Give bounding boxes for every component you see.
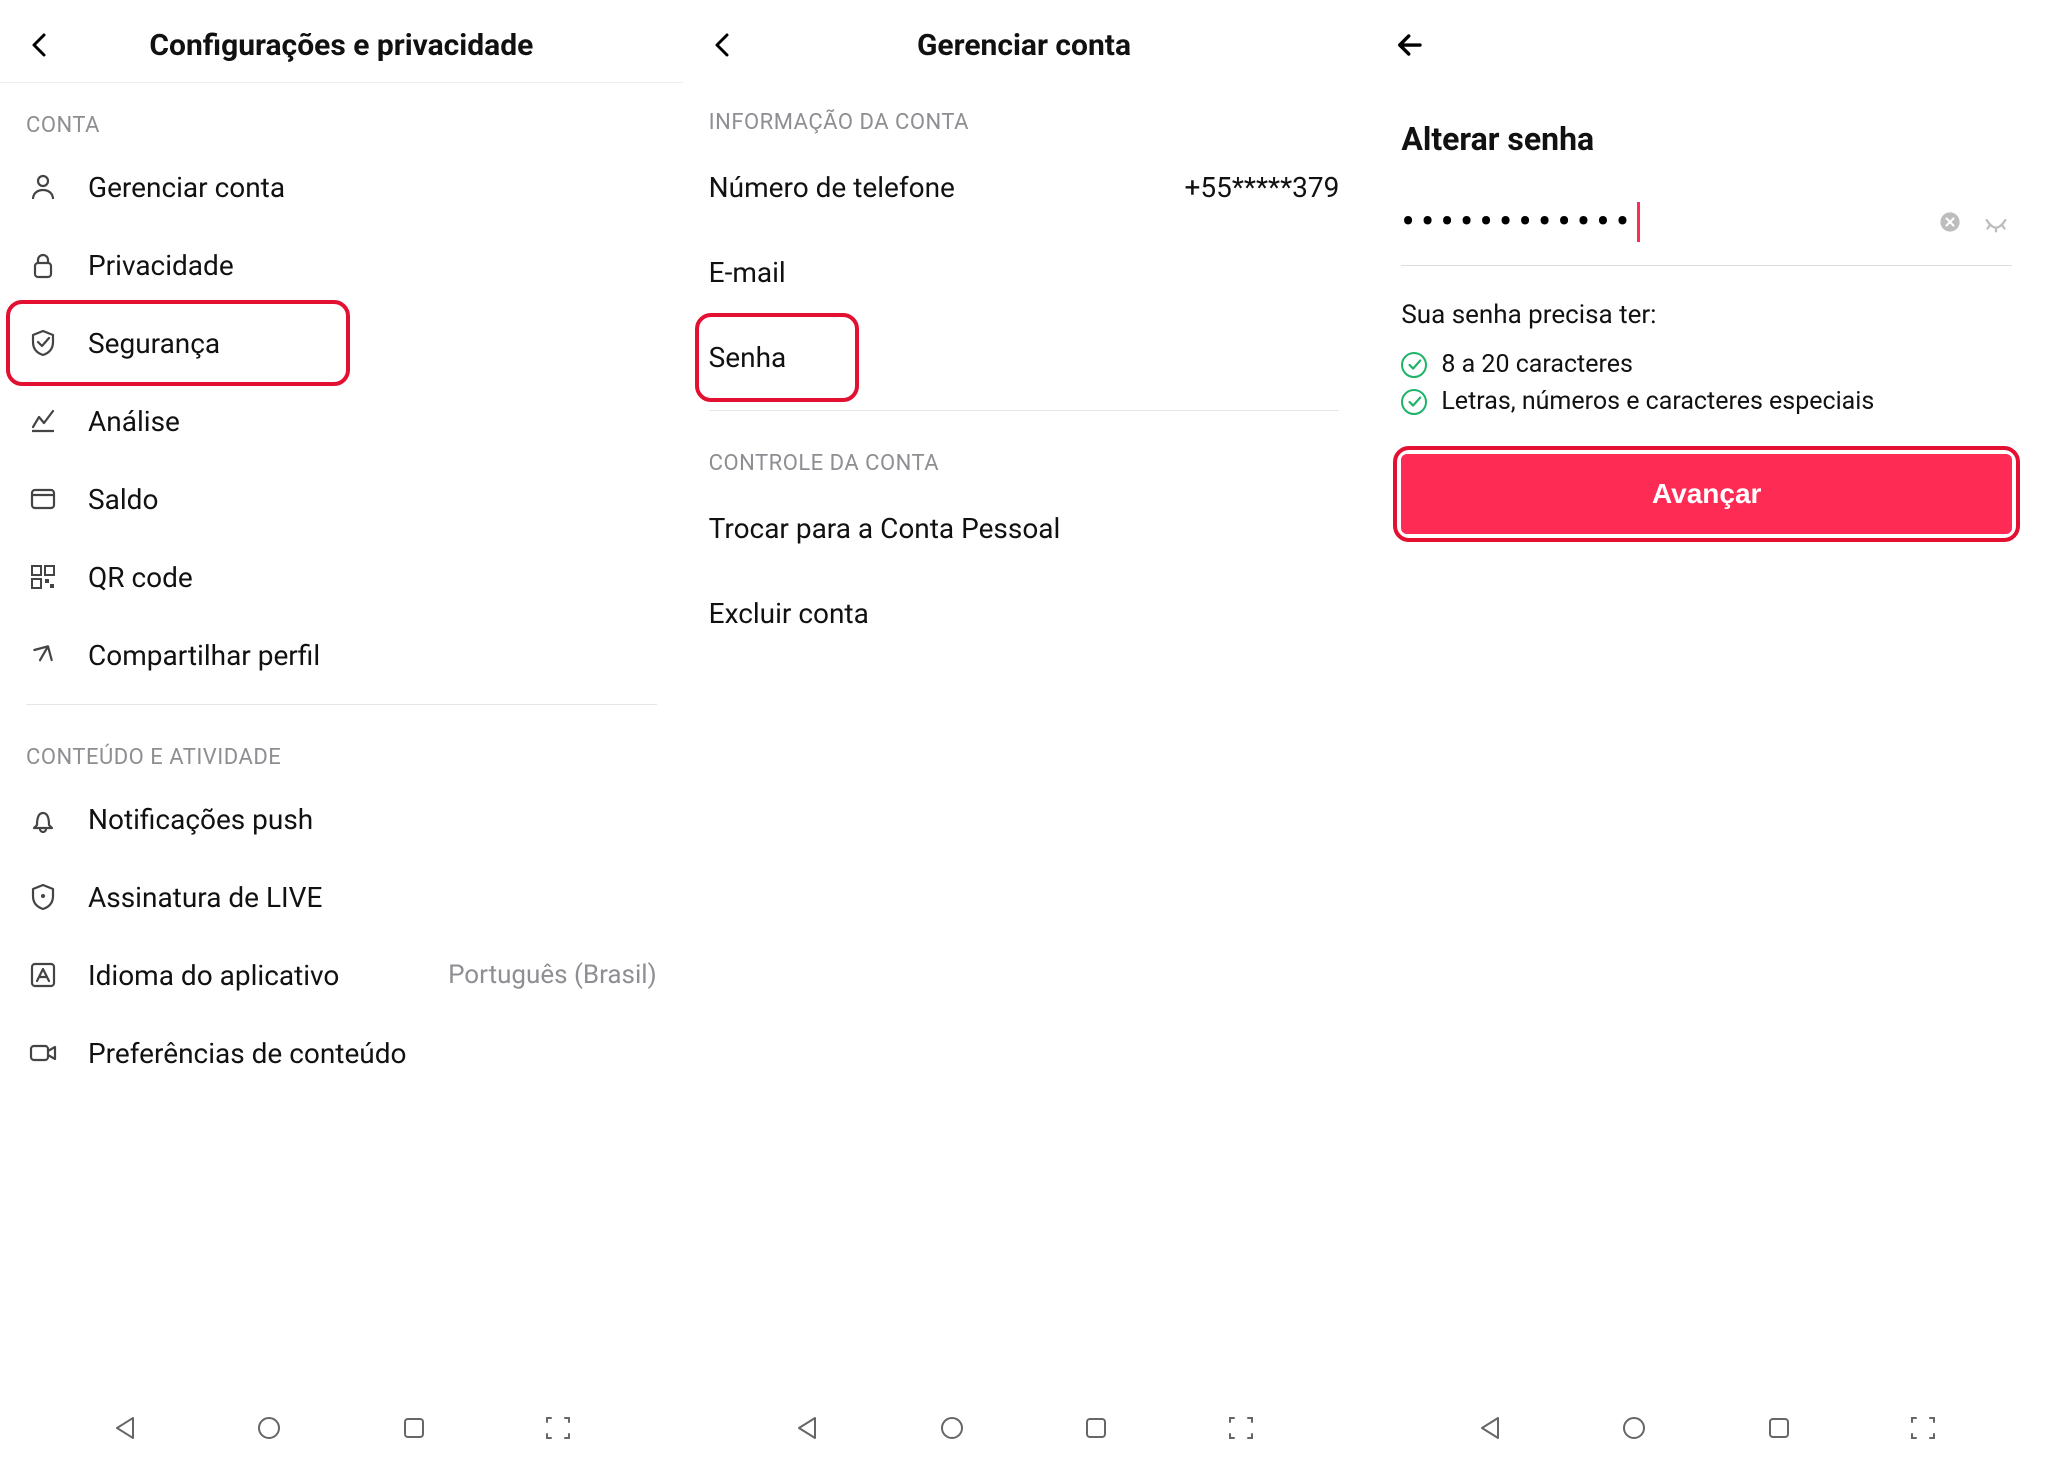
nav-home[interactable]	[932, 1408, 972, 1448]
row-label: Análise	[88, 405, 657, 438]
row-saldo[interactable]: Saldo	[0, 460, 683, 538]
row-idioma[interactable]: Idioma do aplicativo Português (Brasil)	[0, 936, 683, 1014]
check-icon	[1401, 352, 1427, 378]
primary-button-wrap: Avançar	[1401, 454, 2012, 534]
section-header-controle: CONTROLE DA CONTA	[683, 421, 1366, 486]
section-header-info: INFORMAÇÃO DA CONTA	[683, 80, 1366, 145]
row-trocar-conta[interactable]: Trocar para a Conta Pessoal	[683, 486, 1366, 571]
requirement-item: 8 a 20 caracteres	[1401, 346, 2012, 383]
nav-recent[interactable]	[1759, 1408, 1799, 1448]
divider	[26, 704, 657, 705]
row-label: Assinatura de LIVE	[88, 881, 657, 914]
arrow-left-icon	[1393, 27, 1429, 63]
nav-back[interactable]	[787, 1408, 827, 1448]
screen-change-password: Alterar senha •••••••••••• Sua senha pre…	[1365, 0, 2048, 1464]
language-icon	[26, 958, 60, 992]
row-label: E-mail	[709, 256, 786, 289]
text-cursor	[1637, 202, 1640, 242]
requirement-text: 8 a 20 caracteres	[1441, 350, 1633, 379]
nav-screenshot[interactable]	[1221, 1408, 1261, 1448]
requirements-title: Sua senha precisa ter:	[1401, 266, 2012, 346]
divider	[709, 410, 1340, 411]
clear-icon	[1936, 208, 1964, 236]
show-password-button[interactable]	[1980, 206, 2012, 238]
row-label: Excluir conta	[709, 597, 869, 630]
chevron-left-icon	[707, 29, 739, 61]
nav-back[interactable]	[1470, 1408, 1510, 1448]
share-icon	[26, 638, 60, 672]
back-button[interactable]	[1391, 25, 1431, 65]
row-label: QR code	[88, 561, 657, 594]
requirement-text: Letras, números e caracteres especiais	[1441, 387, 1874, 416]
page-title: Alterar senha	[1401, 80, 2012, 198]
eye-closed-icon	[1981, 207, 2011, 237]
row-seguranca[interactable]: Segurança	[0, 304, 683, 382]
nav-recent[interactable]	[394, 1408, 434, 1448]
row-label: Trocar para a Conta Pessoal	[709, 512, 1061, 545]
row-label: Notificações push	[88, 803, 657, 836]
password-mask: ••••••••••••	[1401, 198, 1920, 245]
row-label: Senha	[709, 341, 787, 374]
clear-input-button[interactable]	[1934, 206, 1966, 238]
android-navbar	[1365, 1398, 2048, 1458]
row-preferencias-conteudo[interactable]: Preferências de conteúdo	[0, 1014, 683, 1092]
live-shield-icon	[26, 880, 60, 914]
avancar-button[interactable]: Avançar	[1401, 454, 2012, 534]
chevron-left-icon	[24, 29, 56, 61]
nav-back[interactable]	[105, 1408, 145, 1448]
lock-icon	[26, 248, 60, 282]
page-title: Configurações e privacidade	[149, 28, 533, 63]
video-icon	[26, 1036, 60, 1070]
wallet-icon	[26, 482, 60, 516]
row-assinatura-live[interactable]: Assinatura de LIVE	[0, 858, 683, 936]
row-email[interactable]: E-mail	[683, 230, 1366, 315]
row-label: Número de telefone	[709, 171, 955, 204]
row-label: Privacidade	[88, 249, 657, 282]
header	[1365, 10, 2048, 80]
check-icon	[1401, 389, 1427, 415]
row-analise[interactable]: Análise	[0, 382, 683, 460]
nav-recent[interactable]	[1076, 1408, 1116, 1448]
android-navbar	[0, 1398, 683, 1458]
row-qr-code[interactable]: QR code	[0, 538, 683, 616]
back-button[interactable]	[20, 25, 60, 65]
screen-manage-account: Gerenciar conta INFORMAÇÃO DA CONTA Núme…	[683, 0, 1366, 1464]
row-gerenciar-conta[interactable]: Gerenciar conta	[0, 148, 683, 226]
password-value: ••••••••••••	[1401, 198, 1635, 245]
shield-icon	[26, 326, 60, 360]
row-value: +55*****379	[1184, 171, 1339, 204]
header: Configurações e privacidade	[0, 10, 683, 80]
chart-icon	[26, 404, 60, 438]
row-notificacoes-push[interactable]: Notificações push	[0, 780, 683, 858]
row-senha[interactable]: Senha	[683, 315, 1366, 400]
person-icon	[26, 170, 60, 204]
row-label: Segurança	[88, 327, 657, 360]
requirement-item: Letras, números e caracteres especiais	[1401, 383, 2012, 420]
qr-icon	[26, 560, 60, 594]
row-compartilhar-perfil[interactable]: Compartilhar perfil	[0, 616, 683, 694]
row-label: Preferências de conteúdo	[88, 1037, 657, 1070]
row-label: Compartilhar perfil	[88, 639, 657, 672]
row-telefone[interactable]: Número de telefone +55*****379	[683, 145, 1366, 230]
row-privacidade[interactable]: Privacidade	[0, 226, 683, 304]
section-header-conta: CONTA	[0, 83, 683, 148]
nav-home[interactable]	[1614, 1408, 1654, 1448]
password-field[interactable]: ••••••••••••	[1401, 198, 2012, 266]
row-excluir-conta[interactable]: Excluir conta	[683, 571, 1366, 656]
row-label: Saldo	[88, 483, 657, 516]
header: Gerenciar conta	[683, 10, 1366, 80]
nav-screenshot[interactable]	[1903, 1408, 1943, 1448]
row-value: Português (Brasil)	[448, 960, 657, 990]
nav-screenshot[interactable]	[538, 1408, 578, 1448]
page-title: Gerenciar conta	[917, 28, 1131, 63]
back-button[interactable]	[703, 25, 743, 65]
row-label: Idioma do aplicativo	[88, 959, 420, 992]
row-label: Gerenciar conta	[88, 171, 657, 204]
screen-settings: Configurações e privacidade CONTA Gerenc…	[0, 0, 683, 1464]
android-navbar	[683, 1398, 1366, 1458]
section-header-conteudo: CONTEÚDO E ATIVIDADE	[0, 715, 683, 780]
nav-home[interactable]	[249, 1408, 289, 1448]
bell-icon	[26, 802, 60, 836]
